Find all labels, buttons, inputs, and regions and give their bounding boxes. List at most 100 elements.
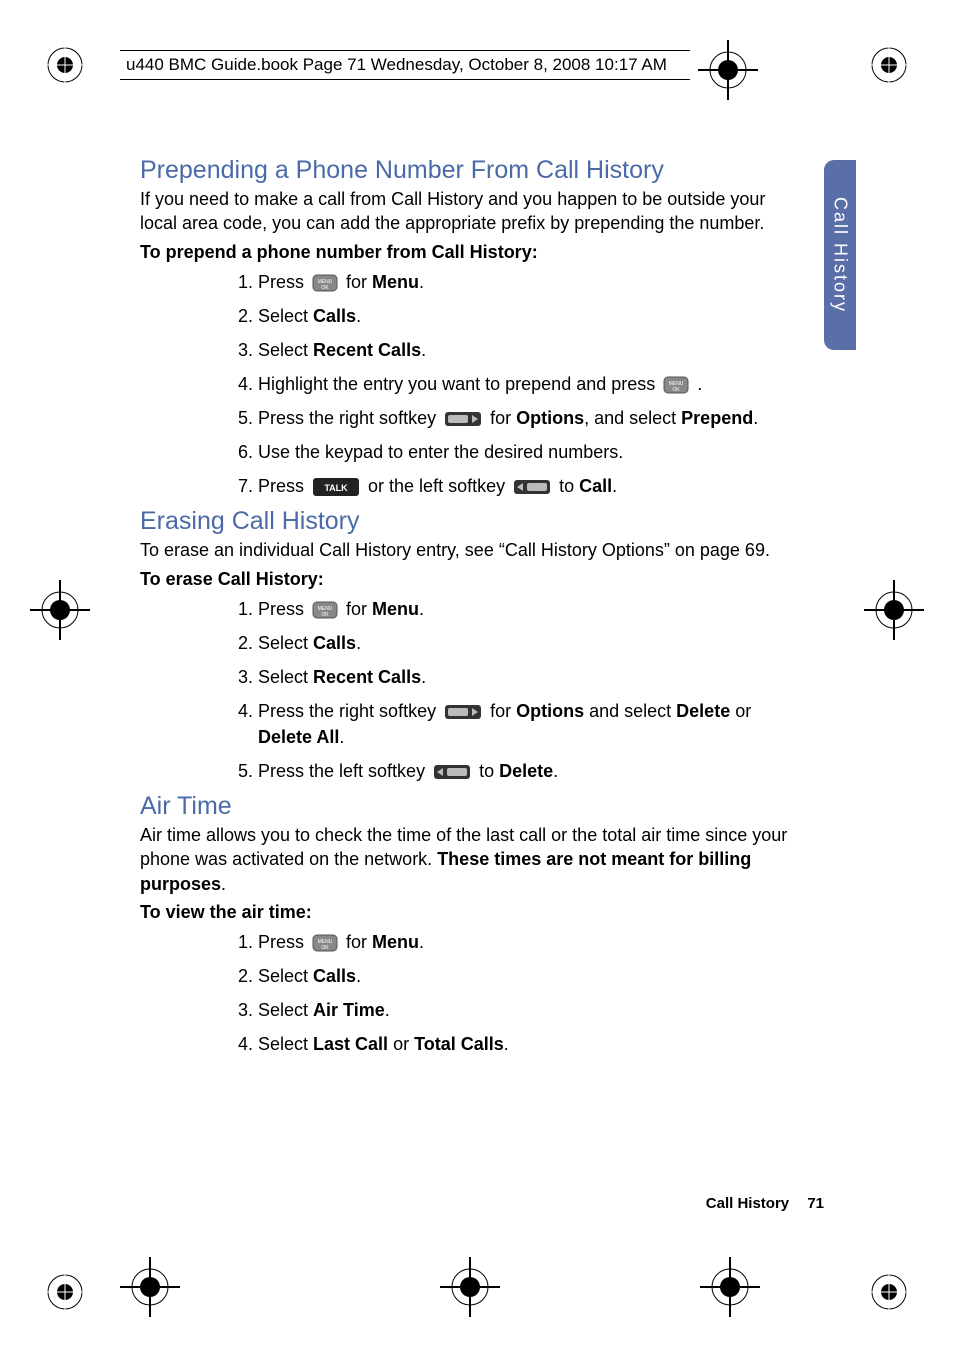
step-item: Highlight the entry you want to prepend … bbox=[258, 371, 790, 397]
text: Air Time bbox=[313, 1000, 385, 1020]
text: Select bbox=[258, 1000, 313, 1020]
text: . bbox=[356, 306, 361, 326]
text: Recent Calls bbox=[313, 667, 421, 687]
steps-erasing: Press MENUOK for Menu. Select Calls. Sel… bbox=[230, 596, 790, 785]
text: Press the left softkey bbox=[258, 761, 430, 781]
text: Select bbox=[258, 340, 313, 360]
text: . bbox=[356, 966, 361, 986]
text: . bbox=[421, 340, 426, 360]
svg-text:OK: OK bbox=[321, 612, 329, 618]
text: . bbox=[697, 374, 702, 394]
text: . bbox=[221, 874, 226, 894]
text: . bbox=[356, 633, 361, 653]
text: or bbox=[388, 1034, 414, 1054]
print-registration-mark bbox=[869, 1272, 909, 1312]
footer-section: Call History bbox=[706, 1195, 789, 1212]
text: Options bbox=[516, 408, 584, 428]
right-softkey-icon bbox=[444, 411, 482, 427]
text: Select bbox=[258, 1034, 313, 1054]
text: Calls bbox=[313, 966, 356, 986]
text: Delete bbox=[676, 701, 730, 721]
text: Press bbox=[258, 476, 309, 496]
intro-erasing: To erase an individual Call History entr… bbox=[140, 538, 790, 562]
step-item: Press the right softkey for Options, and… bbox=[258, 405, 790, 431]
text: Recent Calls bbox=[313, 340, 421, 360]
lead-airtime: To view the air time: bbox=[140, 902, 790, 923]
step-item: Select Calls. bbox=[258, 963, 790, 989]
text: or bbox=[730, 701, 751, 721]
text: Call bbox=[579, 476, 612, 496]
text: Delete bbox=[499, 761, 553, 781]
text: or the left softkey bbox=[368, 476, 510, 496]
text: Calls bbox=[313, 633, 356, 653]
text: Options bbox=[516, 701, 584, 721]
print-registration-mark bbox=[45, 45, 85, 85]
left-softkey-icon bbox=[433, 764, 471, 780]
text: . bbox=[753, 408, 758, 428]
step-item: Press MENUOK for Menu. bbox=[258, 929, 790, 955]
talk-key-icon: TALK bbox=[312, 477, 360, 497]
text: to bbox=[479, 761, 499, 781]
text: Select bbox=[258, 966, 313, 986]
text: Menu bbox=[372, 599, 419, 619]
text: Press bbox=[258, 272, 309, 292]
page-number: 71 bbox=[807, 1195, 824, 1212]
svg-text:OK: OK bbox=[673, 387, 681, 393]
step-item: Select Calls. bbox=[258, 630, 790, 656]
text: Press the right softkey bbox=[258, 408, 441, 428]
step-item: Press MENUOK for Menu. bbox=[258, 596, 790, 622]
text: . bbox=[553, 761, 558, 781]
step-item: Select Calls. bbox=[258, 303, 790, 329]
text: Select bbox=[258, 667, 313, 687]
section-tab: Call History bbox=[824, 160, 856, 350]
menu-ok-key-icon: MENUOK bbox=[312, 601, 338, 619]
step-item: Select Last Call or Total Calls. bbox=[258, 1031, 790, 1057]
page-footer: Call History 71 bbox=[706, 1195, 824, 1212]
text: for bbox=[346, 272, 372, 292]
print-crosshair-mark bbox=[700, 1257, 760, 1317]
step-item: Select Recent Calls. bbox=[258, 337, 790, 363]
text: Press the right softkey bbox=[258, 701, 441, 721]
text: . bbox=[339, 727, 344, 747]
text: and select bbox=[584, 701, 676, 721]
steps-airtime: Press MENUOK for Menu. Select Calls. Sel… bbox=[230, 929, 790, 1057]
text: , and select bbox=[584, 408, 681, 428]
step-item: Press MENUOK for Menu. bbox=[258, 269, 790, 295]
step-item: Use the keypad to enter the desired numb… bbox=[258, 439, 790, 465]
text: Total Calls bbox=[414, 1034, 504, 1054]
svg-text:OK: OK bbox=[321, 285, 329, 291]
text: . bbox=[419, 932, 424, 952]
step-item: Press the left softkey to Delete. bbox=[258, 758, 790, 784]
intro-airtime: Air time allows you to check the time of… bbox=[140, 823, 790, 896]
menu-ok-key-icon: MENUOK bbox=[312, 934, 338, 952]
svg-text:OK: OK bbox=[321, 945, 329, 951]
text: for bbox=[346, 599, 372, 619]
text: Highlight the entry you want to prepend … bbox=[258, 374, 660, 394]
step-item: Select Recent Calls. bbox=[258, 664, 790, 690]
heading-erasing: Erasing Call History bbox=[140, 507, 790, 536]
text: Delete All bbox=[258, 727, 339, 747]
print-registration-mark bbox=[45, 1272, 85, 1312]
text: for bbox=[490, 408, 516, 428]
step-item: Select Air Time. bbox=[258, 997, 790, 1023]
section-tab-label: Call History bbox=[830, 197, 851, 313]
text: . bbox=[421, 667, 426, 687]
header-text: u440 BMC Guide.book Page 71 Wednesday, O… bbox=[126, 55, 667, 75]
lead-prepending: To prepend a phone number from Call Hist… bbox=[140, 242, 790, 263]
print-crosshair-mark bbox=[120, 1257, 180, 1317]
text: Press bbox=[258, 599, 309, 619]
text: Prepend bbox=[681, 408, 753, 428]
text: for bbox=[346, 932, 372, 952]
print-crosshair-mark bbox=[864, 580, 924, 640]
text: Last Call bbox=[313, 1034, 388, 1054]
text: . bbox=[419, 272, 424, 292]
text: Select bbox=[258, 306, 313, 326]
left-softkey-icon bbox=[513, 479, 551, 495]
right-softkey-icon bbox=[444, 704, 482, 720]
page-content: Prepending a Phone Number From Call Hist… bbox=[140, 148, 790, 1065]
step-item: Press TALK or the left softkey to Call. bbox=[258, 473, 790, 499]
text: to bbox=[559, 476, 579, 496]
svg-text:TALK: TALK bbox=[324, 483, 348, 493]
print-crosshair-mark bbox=[698, 40, 758, 100]
text: Menu bbox=[372, 932, 419, 952]
